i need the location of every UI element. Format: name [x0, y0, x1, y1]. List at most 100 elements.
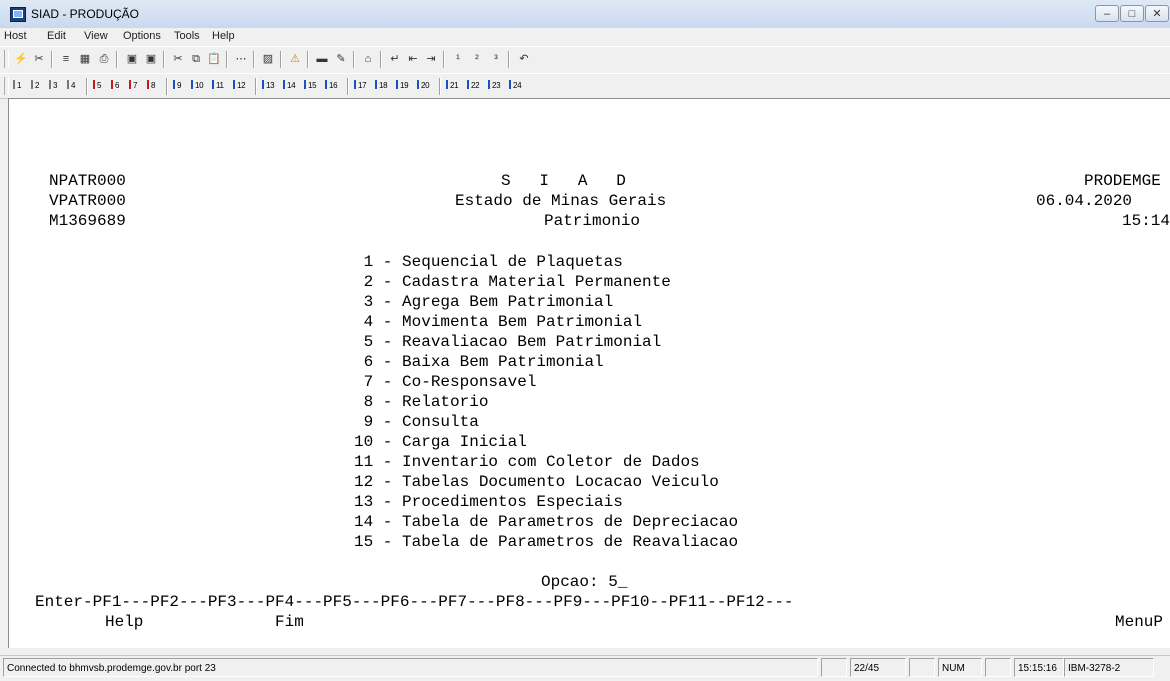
- menu-option-14: 14 - Tabela de Parametros de Depreciacao: [354, 513, 739, 531]
- clock: 15:15:16: [1014, 658, 1064, 677]
- menu-help[interactable]: Help: [212, 30, 235, 42]
- macro-icon[interactable]: ⋯: [233, 52, 249, 67]
- pf10-button[interactable]: 10: [191, 80, 204, 90]
- menu-edit[interactable]: Edit: [47, 30, 66, 42]
- pf1-help-label: Help: [105, 613, 144, 631]
- warning-icon[interactable]: ⚠: [287, 52, 303, 67]
- close-button[interactable]: ✕: [1145, 5, 1169, 22]
- function-key-toolbar: 1 2 3 4 5 6 7 8 9 10 11 12 13 14 15 16 1…: [0, 73, 1170, 99]
- pf12-button[interactable]: 12: [233, 80, 246, 90]
- pf19-button[interactable]: 19: [396, 80, 409, 90]
- pf17-button[interactable]: 17: [354, 80, 367, 90]
- toolbar-separator: [508, 51, 510, 68]
- pf21-button[interactable]: 21: [446, 80, 459, 90]
- toolbar-grip[interactable]: [4, 50, 9, 68]
- toolbar-separator: [443, 51, 445, 68]
- toolbar-separator: [51, 51, 53, 68]
- pf2-button[interactable]: 2: [31, 80, 39, 90]
- pf23-button[interactable]: 23: [488, 80, 501, 90]
- pf3-button[interactable]: 3: [49, 80, 57, 90]
- paste-icon[interactable]: 📋: [206, 52, 222, 67]
- pa2-icon[interactable]: ²: [469, 52, 485, 67]
- pf14-button[interactable]: 14: [283, 80, 296, 90]
- toolbar-separator: [226, 51, 228, 68]
- menu-tools[interactable]: Tools: [174, 30, 200, 42]
- pf24-button[interactable]: 24: [509, 80, 522, 90]
- module-title: Patrimonio: [544, 212, 641, 230]
- enter-icon[interactable]: ↵: [387, 52, 403, 67]
- toolbar-separator: [86, 78, 88, 95]
- pf6-button[interactable]: 6: [111, 80, 119, 90]
- pf22-button[interactable]: 22: [467, 80, 480, 90]
- copy-icon[interactable]: ⧉: [188, 52, 204, 67]
- screen-id: VPATR000: [49, 192, 126, 210]
- disconnect-icon[interactable]: ✂: [31, 52, 47, 67]
- toolbar-grip[interactable]: [4, 77, 9, 95]
- menu-option-10: 10 - Carga Inicial: [354, 433, 527, 451]
- pf18-button[interactable]: 18: [375, 80, 388, 90]
- menu-option-9: 9 - Consulta: [354, 413, 479, 431]
- status-empty-panel: [821, 658, 847, 677]
- tab-icon[interactable]: ⇥: [423, 52, 439, 67]
- menu-option-1: 1 - Sequencial de Plaquetas: [354, 253, 623, 271]
- menu-option-12: 12 - Tabelas Documento Locacao Veiculo: [354, 473, 719, 491]
- chart-icon[interactable]: ▨: [260, 52, 276, 67]
- edit-pencil-icon[interactable]: ✎: [333, 52, 349, 67]
- pf3-fim-label: Fim: [275, 613, 304, 631]
- pf8-button[interactable]: 8: [147, 80, 155, 90]
- pf13-button[interactable]: 13: [262, 80, 275, 90]
- pf9-button[interactable]: 9: [173, 80, 181, 90]
- transfer-icon[interactable]: ▦: [77, 52, 93, 67]
- main-toolbar: ⚡ ✂ ≡ ▦ ⎙ ▣ ▣ ✂ ⧉ 📋 ⋯ ▨ ⚠ ▬ ✎ ⌂ ↵ ⇤ ⇥ ¹ …: [0, 46, 1170, 74]
- connect-icon[interactable]: ⚡: [13, 52, 29, 67]
- toolbar-separator: [307, 51, 309, 68]
- cut-icon[interactable]: ✂: [170, 52, 186, 67]
- pf12-menup-label: MenuP: [1115, 613, 1164, 631]
- minimize-button[interactable]: –: [1095, 5, 1119, 22]
- status-empty-panel: [985, 658, 1011, 677]
- menu-option-6: 6 - Baixa Bem Patrimonial: [354, 353, 604, 371]
- pf7-button[interactable]: 7: [129, 80, 137, 90]
- menu-host[interactable]: Host: [4, 30, 27, 42]
- status-bar: Connected to bhmvsb.prodemge.gov.br port…: [0, 655, 1170, 681]
- menu-option-15: 15 - Tabela de Parametros de Reavaliacao: [354, 533, 739, 551]
- time-display: 15:14: [1122, 212, 1170, 230]
- menu-view[interactable]: View: [84, 30, 108, 42]
- print-icon[interactable]: ⎙: [96, 52, 112, 67]
- terminal-type: IBM-3278-2: [1064, 658, 1154, 677]
- pf20-button[interactable]: 20: [417, 80, 430, 90]
- pf11-button[interactable]: 11: [212, 80, 224, 90]
- backtab-icon[interactable]: ⇤: [405, 52, 421, 67]
- session-icon[interactable]: ▣: [124, 52, 140, 67]
- pf1-button[interactable]: 1: [13, 80, 21, 90]
- app-icon: [10, 7, 26, 22]
- option-input[interactable]: Opcao: 5_: [541, 572, 627, 592]
- pf16-button[interactable]: 16: [325, 80, 338, 90]
- session-active-icon[interactable]: ▣: [143, 52, 159, 67]
- pf15-button[interactable]: 15: [304, 80, 317, 90]
- num-lock-indicator: NUM: [938, 658, 982, 677]
- undo-icon[interactable]: ↶: [516, 52, 532, 67]
- pf4-button[interactable]: 4: [67, 80, 75, 90]
- menu-option-2: 2 - Cadastra Material Permanente: [354, 273, 671, 291]
- menu-options[interactable]: Options: [123, 30, 161, 42]
- connection-status: Connected to bhmvsb.prodemge.gov.br port…: [3, 658, 818, 677]
- cursor-position: 22/45: [850, 658, 906, 677]
- toolbar-separator: [166, 78, 168, 95]
- keyboard-icon[interactable]: ▬: [314, 52, 330, 67]
- maximize-button[interactable]: □: [1120, 5, 1144, 22]
- menu-option-8: 8 - Relatorio: [354, 393, 489, 411]
- send-icon[interactable]: ≡: [58, 52, 74, 67]
- system-title: S I A D: [501, 172, 626, 190]
- pf-key-line: Enter-PF1---PF2---PF3---PF4---PF5---PF6-…: [35, 593, 794, 611]
- pf5-button[interactable]: 5: [93, 80, 101, 90]
- home-icon[interactable]: ⌂: [360, 52, 376, 67]
- pa1-icon[interactable]: ¹: [450, 52, 466, 67]
- terminal-screen[interactable]: NPATR000 VPATR000 M1369689 S I A D Estad…: [8, 98, 1170, 648]
- menu-option-11: 11 - Inventario com Coletor de Dados: [354, 453, 700, 471]
- toolbar-separator: [380, 51, 382, 68]
- program-id: NPATR000: [49, 172, 126, 190]
- status-empty-panel: [909, 658, 935, 677]
- toolbar-separator: [353, 51, 355, 68]
- pa3-icon[interactable]: ³: [488, 52, 504, 67]
